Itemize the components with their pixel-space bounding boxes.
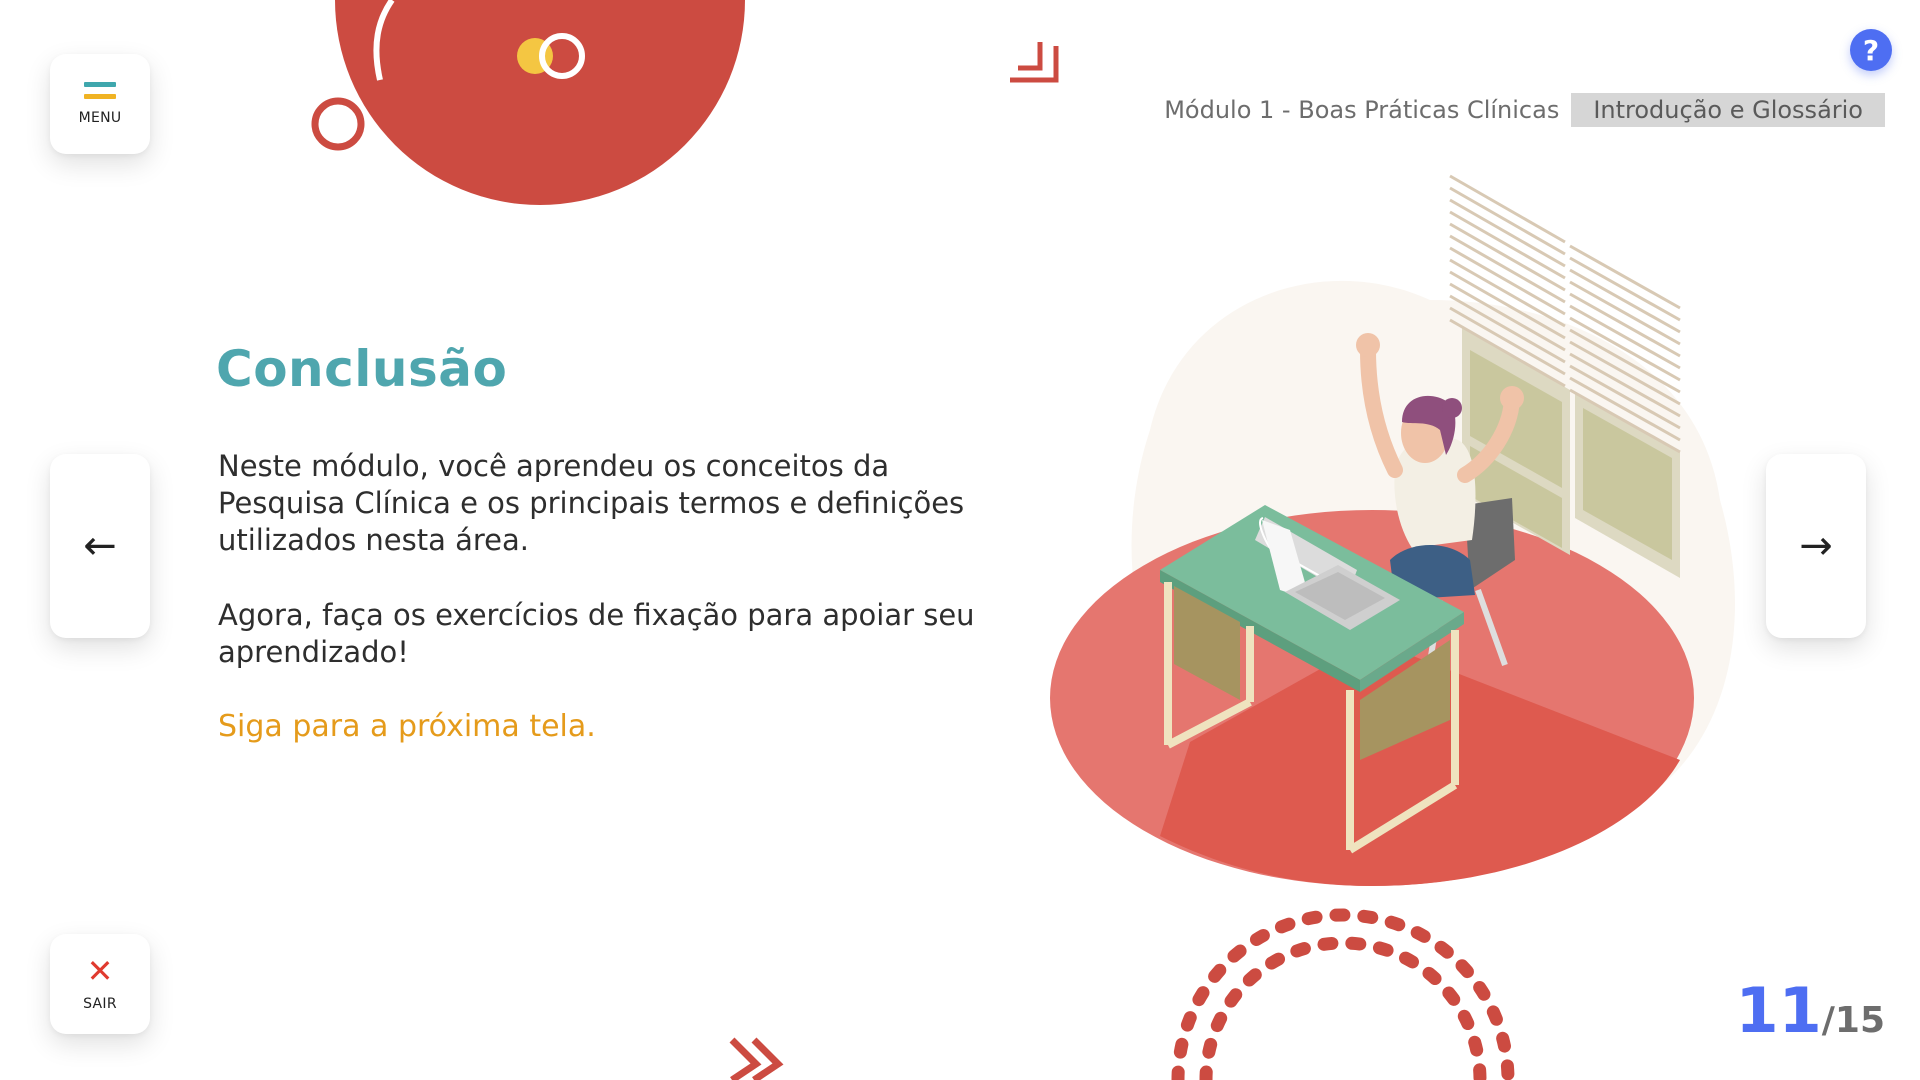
- conclusion-paragraph: Neste módulo, você aprendeu os conceitos…: [218, 449, 965, 557]
- help-button[interactable]: ?: [1850, 29, 1892, 71]
- exit-button[interactable]: ✕ SAIR: [50, 934, 150, 1034]
- total-pages: /15: [1821, 1000, 1885, 1041]
- page-title: Conclusão: [216, 340, 508, 398]
- close-x-icon: ✕: [86, 952, 114, 990]
- arrow-right-icon: →: [1799, 523, 1833, 569]
- breadcrumb-section: Introdução e Glossário: [1571, 93, 1885, 127]
- next-screen-button[interactable]: →: [1766, 454, 1866, 638]
- exercise-paragraph: Agora, faça os exercícios de fixação par…: [218, 598, 975, 669]
- current-page-number: 11: [1735, 974, 1822, 1047]
- exit-label: SAIR: [83, 996, 117, 1012]
- breadcrumb-module: Módulo 1 - Boas Práticas Clínicas: [1164, 96, 1560, 124]
- page-counter: 11/15: [1735, 980, 1885, 1042]
- breadcrumb: Módulo 1 - Boas Práticas Clínicas Introd…: [1164, 93, 1885, 127]
- menu-button[interactable]: MENU: [50, 54, 150, 154]
- next-screen-prompt: Siga para a próxima tela.: [218, 709, 596, 744]
- arrow-left-icon: ←: [83, 523, 117, 569]
- menu-label: MENU: [78, 110, 122, 126]
- hamburger-menu-icon: [84, 82, 116, 102]
- previous-screen-button[interactable]: ←: [50, 454, 150, 638]
